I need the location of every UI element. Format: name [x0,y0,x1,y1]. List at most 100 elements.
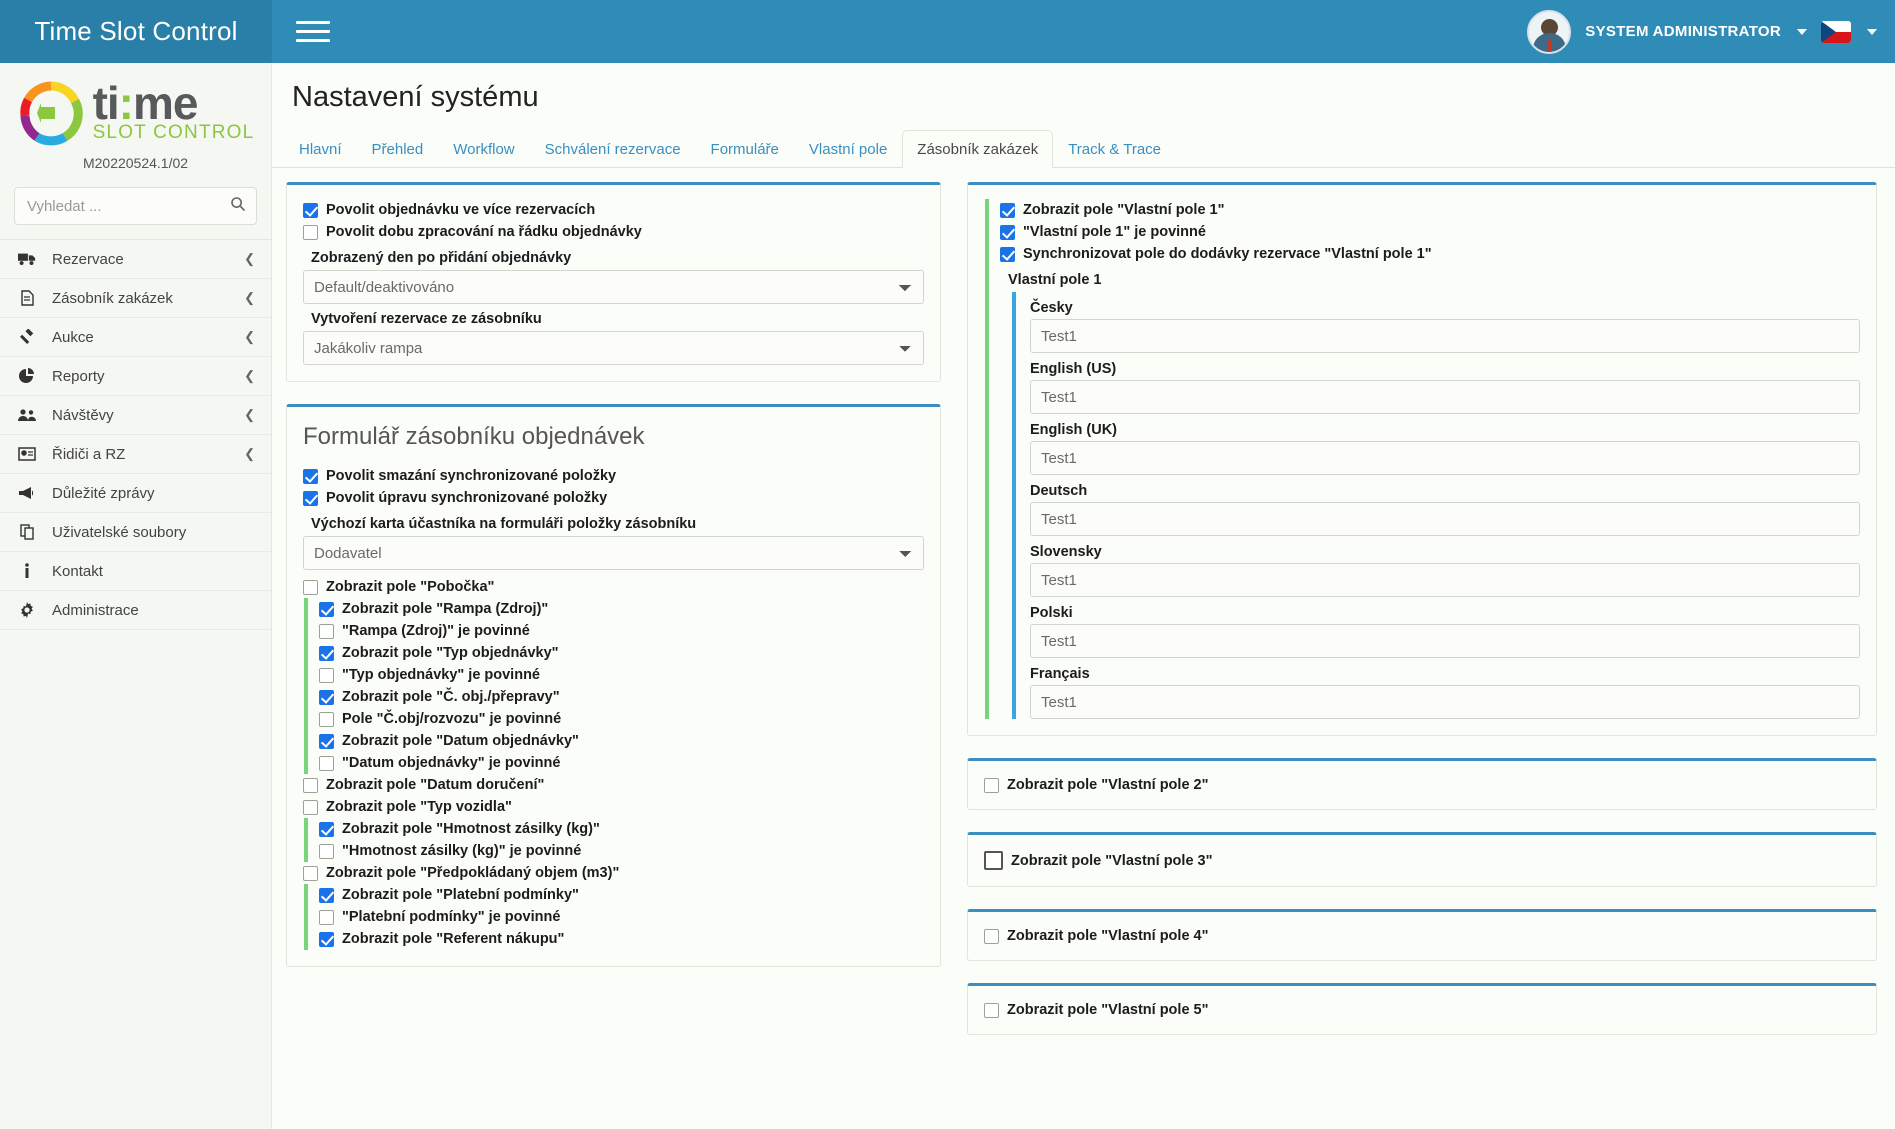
checkbox-row[interactable]: Zobrazit pole "Typ objednávky" [304,642,924,664]
users-icon [16,408,38,422]
checkbox-row[interactable]: Zobrazit pole "Hmotnost zásilky (kg)" [304,818,924,840]
checkbox-row[interactable]: Zobrazit pole "Platební podmínky" [304,884,924,906]
sidebar-item-label: Zásobník zakázek [52,289,173,307]
checkbox-synchronizovat-pole-do-dodavky-rezervace[interactable] [1000,246,1015,262]
checkbox-pole-c-obj-rozvozu-je-povinne[interactable] [319,711,334,727]
checkbox-row[interactable]: Zobrazit pole "Vlastní pole 2" [984,774,1860,796]
checkbox-row[interactable]: Zobrazit pole "Vlastní pole 1" [1000,199,1860,221]
czech-flag-icon[interactable] [1821,20,1851,43]
hamburger-icon[interactable] [296,15,330,48]
time-slot-control-logo-icon [17,79,85,147]
checkbox-label: Zobrazit pole "Datum objednávky" [342,733,579,749]
checkbox-platebni-podminky-je-povinne[interactable] [319,909,334,925]
chevron-down-icon-lang[interactable] [1867,28,1877,35]
checkbox-zobrazit-pole-rampa-zdroj[interactable] [319,601,334,617]
input-deutsch[interactable] [1030,502,1860,536]
checkbox-povolit-dobu-zpracovani[interactable] [303,224,318,240]
sidebar-item-navstevy[interactable]: Návštěvy ❮ [0,396,271,435]
input-english-uk[interactable] [1030,441,1860,475]
input-english-us[interactable] [1030,380,1860,414]
checkbox-row[interactable]: "Datum objednávky" je povinné [304,752,924,774]
checkbox-row[interactable]: Zobrazit pole "Vlastní pole 4" [984,925,1860,947]
checkbox-row[interactable]: Zobrazit pole "Předpokládaný objem (m3)" [303,862,924,884]
checkbox-hmotnost-zasilky-je-povinne[interactable] [319,843,334,859]
checkbox-zobrazit-pole-typ-objednavky[interactable] [319,645,334,661]
input-polski[interactable] [1030,624,1860,658]
checkbox-zobrazit-pole-typ-vozidla[interactable] [303,799,318,815]
sidebar-item-kontakt[interactable]: Kontakt [0,552,271,591]
checkbox-label: Zobrazit pole "Vlastní pole 3" [1011,852,1213,869]
page-title: Nastavení systému [292,81,539,113]
checkbox-label: Pole "Č.obj/rozvozu" je povinné [342,711,562,727]
sidebar-item-uzivatelske-soubory[interactable]: Uživatelské soubory [0,513,271,552]
input-slovensky[interactable] [1030,563,1860,597]
checkbox-povolit-smazani-synchronizovane-polozky[interactable] [303,468,318,484]
checkbox-zobrazit-pole-vlastni-pole-4[interactable] [984,928,999,944]
checkbox-zobrazit-pole-predpokladany-objem[interactable] [303,865,318,881]
search-input[interactable] [25,196,230,216]
tab-vlastni-pole[interactable]: Vlastní pole [794,130,902,168]
checkbox-zobrazit-pole-pobocka[interactable] [303,579,318,595]
checkbox-row[interactable]: Zobrazit pole "Datum objednávky" [304,730,924,752]
checkbox-datum-objednavky-je-povinne[interactable] [319,755,334,771]
checkbox-typ-objednavky-je-povinne[interactable] [319,667,334,683]
tab-prehled[interactable]: Přehled [357,130,439,168]
checkbox-row[interactable]: Zobrazit pole "Datum doručení" [303,774,924,796]
checkbox-zobrazit-pole-referent-nakupu[interactable] [319,931,334,947]
sidebar-item-zasobnik-zakazek[interactable]: Zásobník zakázek ❮ [0,279,271,318]
checkbox-zobrazit-pole-vlastni-pole-5[interactable] [984,1002,999,1018]
checkbox-povolit-objednavku-ve-vice-rezervacich[interactable] [303,202,318,218]
settings-content: Povolit objednávku ve více rezervacích P… [272,168,1895,1129]
tab-zasobnik-zakazek[interactable]: Zásobník zakázek [902,130,1054,168]
tab-track-and-trace[interactable]: Track & Trace [1053,130,1176,168]
select-vytvoreni-rezervace[interactable]: Jakákoliv rampa [303,331,924,365]
checkbox-row[interactable]: Povolit smazání synchronizované položky [303,465,924,487]
checkbox-row[interactable]: Zobrazit pole "Typ vozidla" [303,796,924,818]
tab-formulare[interactable]: Formuláře [696,130,794,168]
checkbox-zobrazit-pole-vlastni-pole-3[interactable] [984,851,1003,870]
checkbox-row[interactable]: "Vlastní pole 1" je povinné [1000,221,1860,243]
sidebar-item-rezervace[interactable]: Rezervace ❮ [0,240,271,279]
sidebar-item-dulezite-zpravy[interactable]: Důležité zprávy [0,474,271,513]
checkbox-row[interactable]: Povolit úpravu synchronizované položky [303,487,924,509]
checkbox-row[interactable]: Pole "Č.obj/rozvozu" je povinné [304,708,924,730]
checkbox-row[interactable]: Zobrazit pole "Vlastní pole 5" [984,999,1860,1021]
checkbox-zobrazit-pole-c-obj-prepravy[interactable] [319,689,334,705]
input-francais[interactable] [1030,685,1860,719]
checkbox-zobrazit-pole-platebni-podminky[interactable] [319,887,334,903]
checkbox-row[interactable]: Zobrazit pole "Rampa (Zdroj)" [304,598,924,620]
checkbox-row[interactable]: Zobrazit pole "Pobočka" [303,576,924,598]
input-cesky[interactable] [1030,319,1860,353]
checkbox-row[interactable]: "Hmotnost zásilky (kg)" je povinné [304,840,924,862]
select-vychozi-karta-ucastnika[interactable]: Dodavatel [303,536,924,570]
tab-hlavni[interactable]: Hlavní [284,130,357,168]
sidebar-item-reporty[interactable]: Reporty ❮ [0,357,271,396]
select-zobrazeny-den[interactable]: Default/deaktivováno [303,270,924,304]
checkbox-row[interactable]: Povolit dobu zpracování na řádku objedná… [303,221,924,243]
checkbox-povolit-upravu-synchronizovane-polozky[interactable] [303,490,318,506]
tab-workflow[interactable]: Workflow [438,130,529,168]
checkbox-row[interactable]: Povolit objednávku ve více rezervacích [303,199,924,221]
checkbox-zobrazit-pole-vlastni-pole-1[interactable] [1000,202,1015,218]
checkbox-row[interactable]: "Rampa (Zdroj)" je povinné [304,620,924,642]
user-menu[interactable]: SYSTEM ADMINISTRATOR [1527,9,1877,54]
sidebar-item-label: Aukce [52,328,94,346]
sidebar-item-ridici-a-rz[interactable]: Řidiči a RZ ❮ [0,435,271,474]
lang-label-deutsch: Deutsch [1030,483,1088,499]
search-icon[interactable] [230,196,246,217]
checkbox-vlastni-pole-1-je-povinne[interactable] [1000,224,1015,240]
checkbox-zobrazit-pole-vlastni-pole-2[interactable] [984,777,999,793]
checkbox-row[interactable]: Zobrazit pole "Č. obj./přepravy" [304,686,924,708]
checkbox-rampa-zdroj-je-povinne[interactable] [319,623,334,639]
checkbox-zobrazit-pole-datum-objednavky[interactable] [319,733,334,749]
checkbox-zobrazit-pole-hmotnost-zasilky[interactable] [319,821,334,837]
sidebar-item-administrace[interactable]: Administrace [0,591,271,630]
checkbox-row[interactable]: Synchronizovat pole do dodávky rezervace… [1000,243,1860,265]
checkbox-row[interactable]: Zobrazit pole "Vlastní pole 3" [984,848,1860,873]
checkbox-row[interactable]: "Platební podmínky" je povinné [304,906,924,928]
sidebar-item-aukce[interactable]: Aukce ❮ [0,318,271,357]
tab-schvaleni-rezervace[interactable]: Schválení rezervace [530,130,696,168]
checkbox-zobrazit-pole-datum-doruceni[interactable] [303,777,318,793]
checkbox-row[interactable]: "Typ objednávky" je povinné [304,664,924,686]
checkbox-row[interactable]: Zobrazit pole "Referent nákupu" [304,928,924,950]
